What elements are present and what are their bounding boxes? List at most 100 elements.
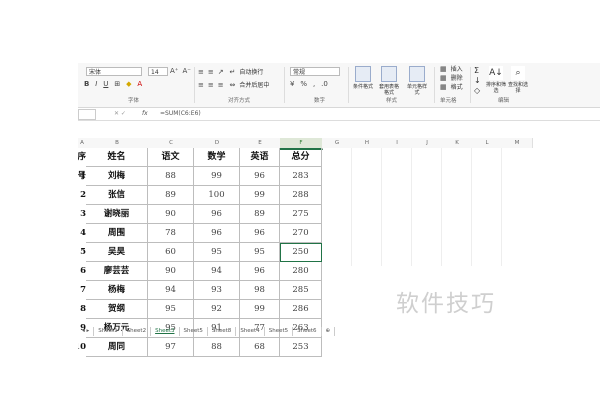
sheet-tab-active[interactable]: Sheet3 [151,327,180,336]
score-cell[interactable]: 100 [194,186,240,205]
total-cell[interactable]: 275 [280,205,322,224]
score-cell[interactable]: 90 [148,205,194,224]
name-cell[interactable]: 杨梅 [86,281,148,300]
score-cell[interactable]: 95 [194,243,240,262]
name-cell[interactable]: 周围 [86,224,148,243]
italic-button[interactable]: I [95,80,97,88]
sheet-tab[interactable]: Sheet8 [208,327,237,336]
formula-input[interactable]: =SUM(C6:E6) [160,108,201,120]
score-cell[interactable]: 78 [148,224,194,243]
header-cell[interactable]: 英语 [240,148,280,167]
add-sheet-icon[interactable]: ⊕ [322,327,336,336]
format-as-table-button[interactable]: 套用表格格式 [378,66,400,96]
increase-font-icon[interactable]: A⁺ [170,67,178,75]
header-cell[interactable]: 姓名 [86,148,148,167]
score-cell[interactable]: 92 [194,300,240,319]
orientation-icon[interactable]: ↗ [218,68,224,76]
name-cell[interactable]: 周同 [86,338,148,357]
column-header[interactable]: E [240,138,281,148]
column-header[interactable]: C [148,138,195,148]
score-cell[interactable]: 88 [194,338,240,357]
decimal-icon[interactable]: .0 [321,80,328,88]
sheet-tab[interactable]: Sheet6 [293,327,322,336]
font-name-select[interactable]: 宋体 [86,67,142,76]
total-cell[interactable]: 285 [280,281,322,300]
total-cell[interactable]: 270 [280,224,322,243]
wrap-text-label[interactable]: 自动换行 [239,69,263,76]
row-number-cell[interactable]: 7 [78,281,86,300]
column-header[interactable]: H [352,138,383,148]
name-box[interactable] [78,109,96,120]
row-number-cell[interactable]: 3 [78,205,86,224]
wrap-text-icon[interactable]: ↵ [230,68,236,76]
total-cell[interactable]: 280 [280,262,322,281]
clear-icon[interactable]: ◇ [474,86,481,96]
score-cell[interactable]: 96 [194,205,240,224]
score-cell[interactable]: 99 [240,300,280,319]
column-header[interactable]: J [412,138,443,148]
find-select-button[interactable]: ⌕ 查找和选择 [508,66,528,94]
score-cell[interactable]: 68 [240,338,280,357]
name-cell[interactable]: 刘梅 [86,167,148,186]
score-cell[interactable]: 94 [148,281,194,300]
currency-icon[interactable]: ¥ [290,80,294,88]
sheet-tab[interactable]: Sheet4 [236,327,265,336]
row-number-cell[interactable]: 2 [78,186,86,205]
fill-color-icon[interactable]: ◆ [126,80,131,88]
total-cell[interactable]: 253 [280,338,322,357]
active-cell[interactable]: 250 [280,243,322,262]
bold-button[interactable]: B [84,80,89,88]
column-header[interactable]: D [194,138,241,148]
autosum-icon[interactable]: Σ [474,66,481,76]
total-cell[interactable]: 283 [280,167,322,186]
score-cell[interactable]: 99 [240,186,280,205]
sheet-tab[interactable]: Sheet5 [265,327,294,336]
merge-center-label[interactable]: 合并后居中 [239,82,269,89]
column-header[interactable]: L [472,138,503,148]
delete-button[interactable]: ▦ 删除 [440,74,463,83]
header-cell[interactable]: 语文 [148,148,194,167]
align-right-icon[interactable]: ≡ [218,81,224,89]
row-number-cell[interactable]: 8 [78,300,86,319]
score-cell[interactable]: 94 [194,262,240,281]
score-cell[interactable]: 88 [148,167,194,186]
row-number-cell[interactable]: 1 [78,167,86,186]
conditional-format-button[interactable]: 条件格式 [352,66,374,90]
align-center-icon[interactable]: ≡ [208,81,214,89]
font-color-icon[interactable]: A [137,80,142,88]
name-cell[interactable]: 吴昊 [86,243,148,262]
header-cell[interactable]: 总分 [280,148,322,167]
score-cell[interactable]: 96 [194,224,240,243]
border-icon[interactable]: ⊞ [114,80,120,88]
sheet-tab[interactable]: Sheet5 [180,327,208,336]
total-cell[interactable]: 288 [280,186,322,205]
merge-icon[interactable]: ⇔ [230,81,236,89]
underline-button[interactable]: U [103,80,108,88]
column-header[interactable]: K [442,138,473,148]
fx-button[interactable]: fx [142,108,148,120]
align-left-icon[interactable]: ≡ [198,81,204,89]
row-number-cell[interactable]: 10 [78,338,86,357]
score-cell[interactable]: 89 [148,186,194,205]
align-middle-icon[interactable]: ≡ [208,68,214,76]
column-header[interactable]: B [86,138,149,148]
insert-button[interactable]: ▦ 插入 [440,65,463,74]
sheet-tab[interactable]: Sheet1 [94,327,123,336]
score-cell[interactable]: 95 [240,243,280,262]
column-header[interactable]: M [502,138,533,148]
header-cell[interactable]: 数学 [194,148,240,167]
sort-filter-button[interactable]: A↓ 排序和筛选 [486,66,506,94]
score-cell[interactable]: 96 [240,262,280,281]
score-cell[interactable]: 96 [240,167,280,186]
score-cell[interactable]: 96 [240,224,280,243]
name-cell[interactable]: 廖芸芸 [86,262,148,281]
sheet-tab[interactable]: Sheet2 [123,327,152,336]
row-number-cell[interactable]: 6 [78,262,86,281]
score-cell[interactable]: 99 [194,167,240,186]
align-top-icon[interactable]: ≡ [198,68,204,76]
percent-button[interactable]: % [300,80,307,88]
column-header[interactable]: G [322,138,353,148]
font-size-select[interactable]: 14 [148,67,168,76]
score-cell[interactable]: 90 [148,262,194,281]
score-cell[interactable]: 98 [240,281,280,300]
